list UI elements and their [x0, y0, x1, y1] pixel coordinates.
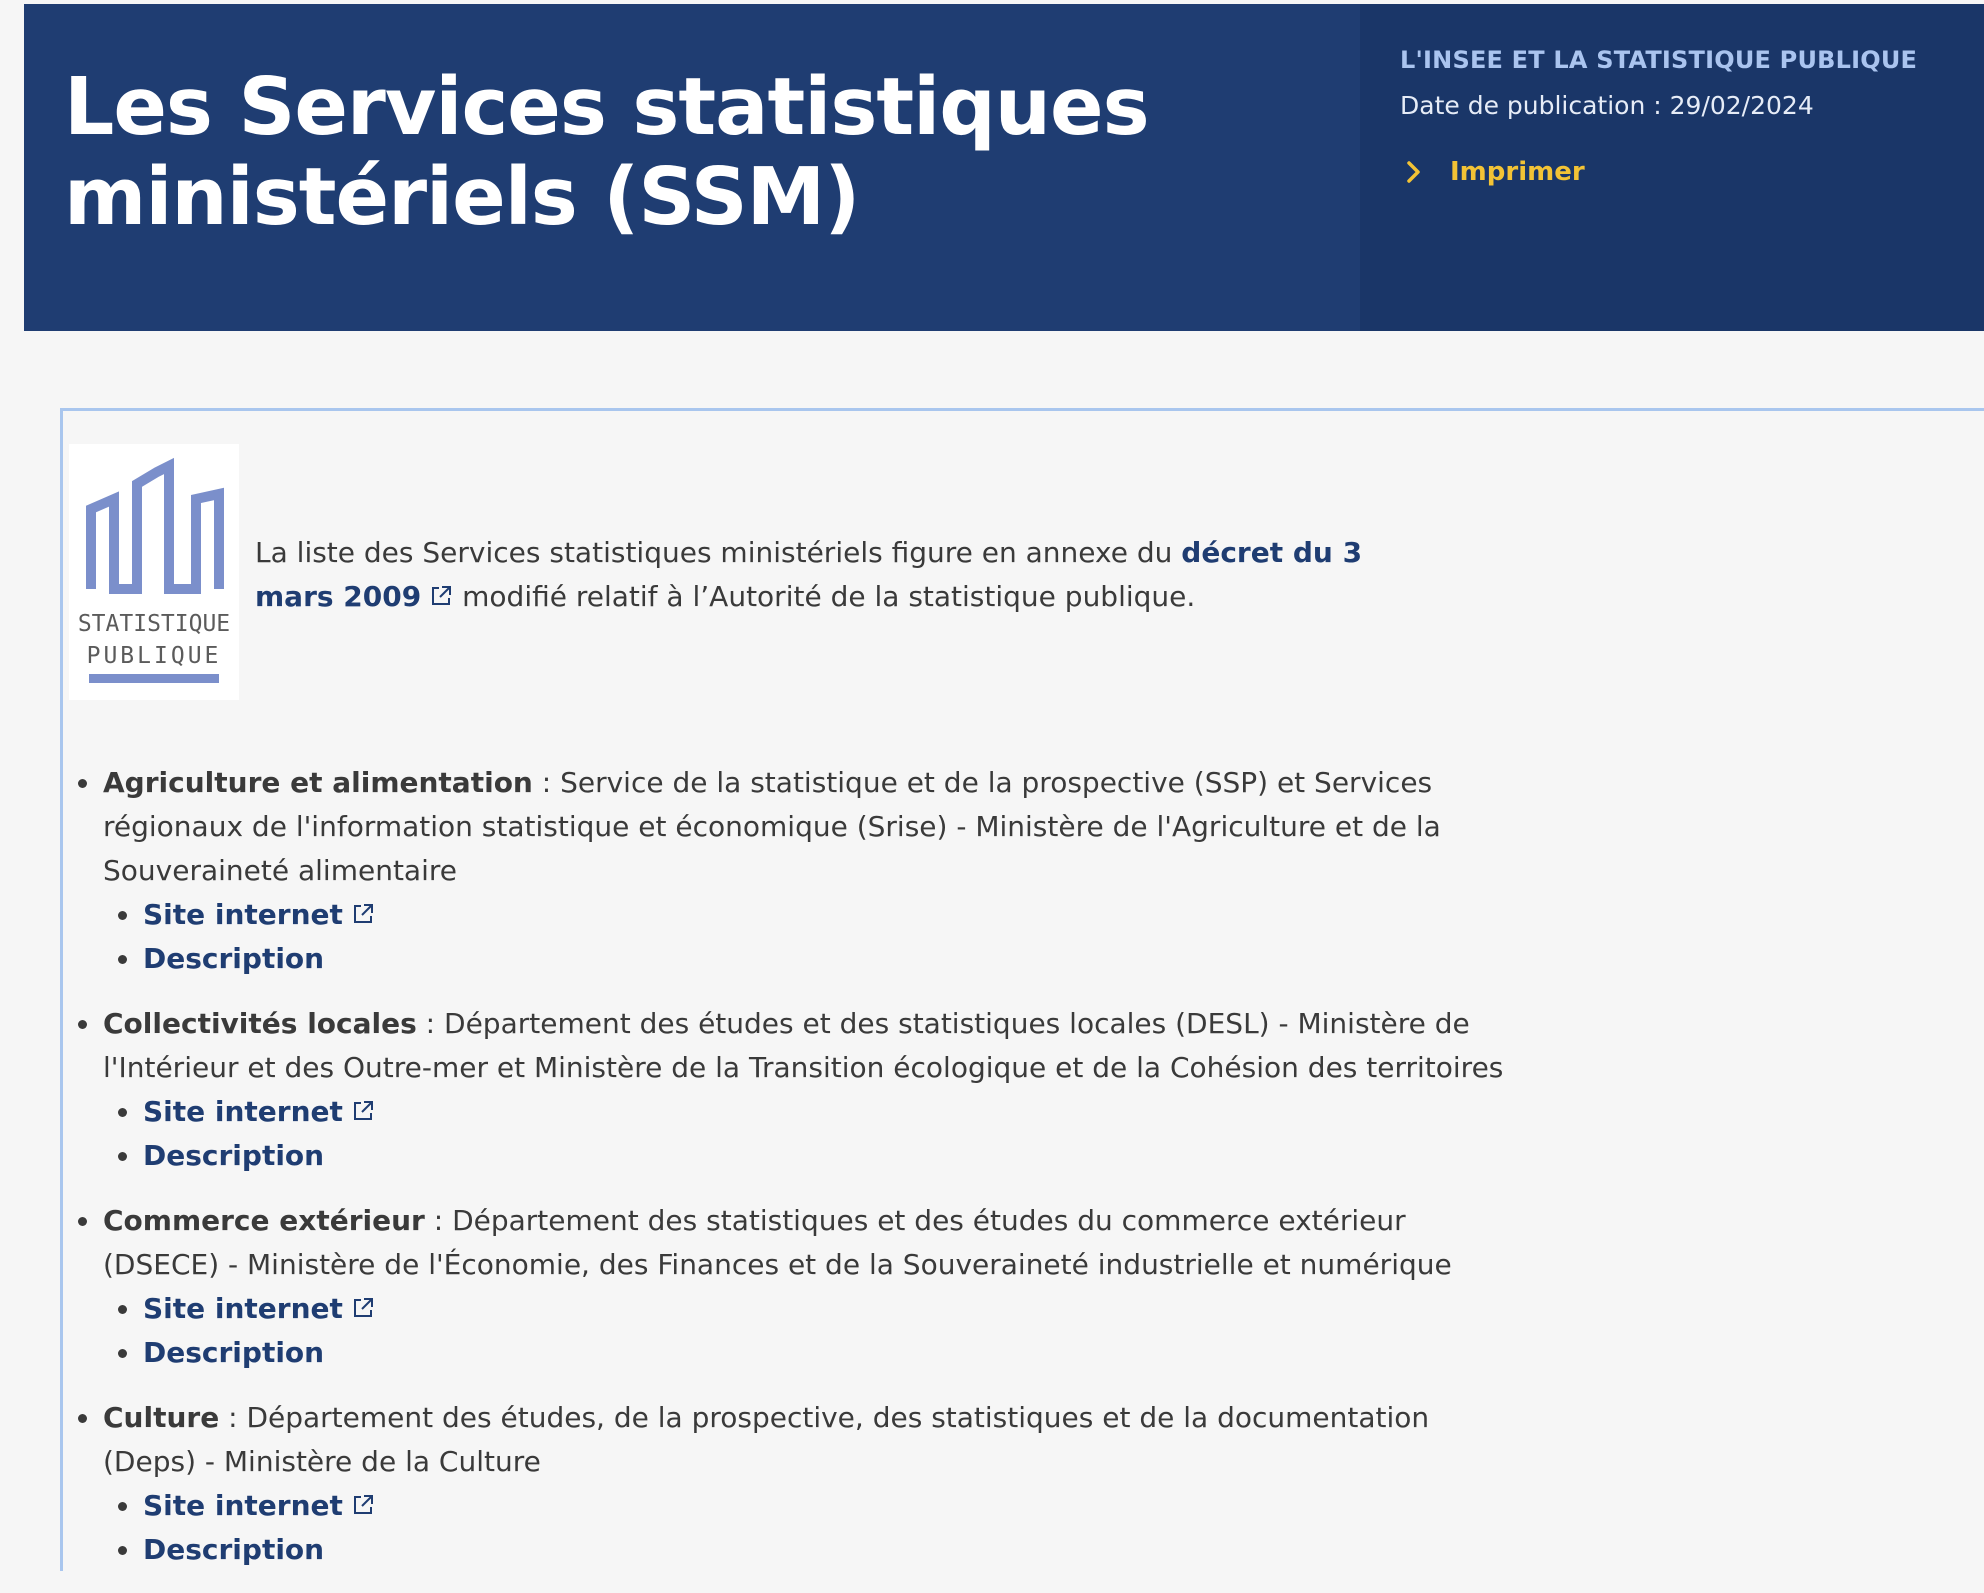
bullet: [118, 1305, 127, 1314]
meta-panel: L'INSEE ET LA STATISTIQUE PUBLIQUE Date …: [1360, 4, 1984, 331]
category-link[interactable]: L'INSEE ET LA STATISTIQUE PUBLIQUE: [1400, 46, 1917, 74]
sub-list-item: Description: [103, 937, 1523, 981]
bullet: [118, 955, 127, 964]
bullet: [118, 1546, 127, 1555]
description-link[interactable]: Description: [143, 1336, 324, 1369]
logo-text-1: STATISTIQUE: [78, 611, 230, 637]
bullet: [78, 1020, 87, 1029]
intro-text-before: La liste des Services statistiques minis…: [255, 536, 1182, 569]
service-name: Culture: [103, 1401, 220, 1434]
page-header-banner: Les Services statistiques ministériels (…: [24, 4, 1984, 331]
site-internet-link[interactable]: Site internet: [143, 1095, 375, 1128]
site-internet-label: Site internet: [143, 1489, 343, 1522]
services-list: Agriculture et alimentation : Service de…: [63, 761, 1523, 1593]
site-internet-link[interactable]: Site internet: [143, 1489, 375, 1522]
external-link-icon: [353, 1101, 373, 1120]
external-link-icon: [353, 1298, 373, 1317]
sub-list-item: Site internet: [103, 1484, 1523, 1528]
sub-list-item: Description: [103, 1331, 1523, 1375]
logo-text-2: PUBLIQUE: [87, 643, 222, 669]
external-link-icon: [353, 1495, 373, 1514]
sub-list-item: Site internet: [103, 1287, 1523, 1331]
bullet: [118, 911, 127, 920]
description-link[interactable]: Description: [143, 1533, 324, 1566]
list-item: Agriculture et alimentation : Service de…: [63, 761, 1523, 981]
main-content: STATISTIQUE PUBLIQUE La liste des Servic…: [60, 408, 1984, 1571]
statistique-publique-logo: STATISTIQUE PUBLIQUE: [69, 444, 239, 700]
site-internet-label: Site internet: [143, 898, 343, 931]
bullet: [78, 1217, 87, 1226]
sub-list-item: Site internet: [103, 893, 1523, 937]
print-button[interactable]: Imprimer: [1400, 157, 1585, 187]
bullet: [78, 1414, 87, 1423]
bullet: [118, 1108, 127, 1117]
sub-list-item: Description: [103, 1528, 1523, 1572]
intro-text-after: modifié relatif à l’Autorité de la stati…: [453, 580, 1196, 613]
sub-list-item: Description: [103, 1134, 1523, 1178]
list-item: Collectivités locales : Département des …: [63, 1002, 1523, 1178]
service-links: Site internet Description: [103, 1484, 1523, 1572]
print-label: Imprimer: [1450, 157, 1585, 187]
external-link-icon: [432, 586, 452, 605]
logo-building-icon: STATISTIQUE PUBLIQUE: [78, 457, 230, 683]
publication-date: Date de publication : 29/02/2024: [1400, 91, 1814, 120]
bullet: [118, 1152, 127, 1161]
service-links: Site internet Description: [103, 893, 1523, 981]
list-item: Commerce extérieur : Département des sta…: [63, 1199, 1523, 1375]
service-name: Commerce extérieur: [103, 1204, 425, 1237]
site-internet-link[interactable]: Site internet: [143, 898, 375, 931]
title-panel: Les Services statistiques ministériels (…: [24, 4, 1360, 331]
bullet: [78, 779, 87, 788]
site-internet-label: Site internet: [143, 1095, 343, 1128]
site-internet-label: Site internet: [143, 1292, 343, 1325]
service-links: Site internet Description: [103, 1287, 1523, 1375]
service-links: Site internet Description: [103, 1090, 1523, 1178]
site-internet-link[interactable]: Site internet: [143, 1292, 375, 1325]
description-link[interactable]: Description: [143, 1139, 324, 1172]
sub-list-item: Site internet: [103, 1090, 1523, 1134]
intro-paragraph: La liste des Services statistiques minis…: [255, 531, 1405, 619]
service-description: : Département des études, de la prospect…: [103, 1401, 1430, 1478]
description-link[interactable]: Description: [143, 942, 324, 975]
bullet: [118, 1349, 127, 1358]
page-title: Les Services statistiques ministériels (…: [64, 61, 1150, 243]
bullet: [118, 1502, 127, 1511]
service-name: Agriculture et alimentation: [103, 766, 533, 799]
external-link-icon: [353, 904, 373, 923]
chevron-right-icon: [1407, 161, 1420, 183]
service-name: Collectivités locales: [103, 1007, 417, 1040]
